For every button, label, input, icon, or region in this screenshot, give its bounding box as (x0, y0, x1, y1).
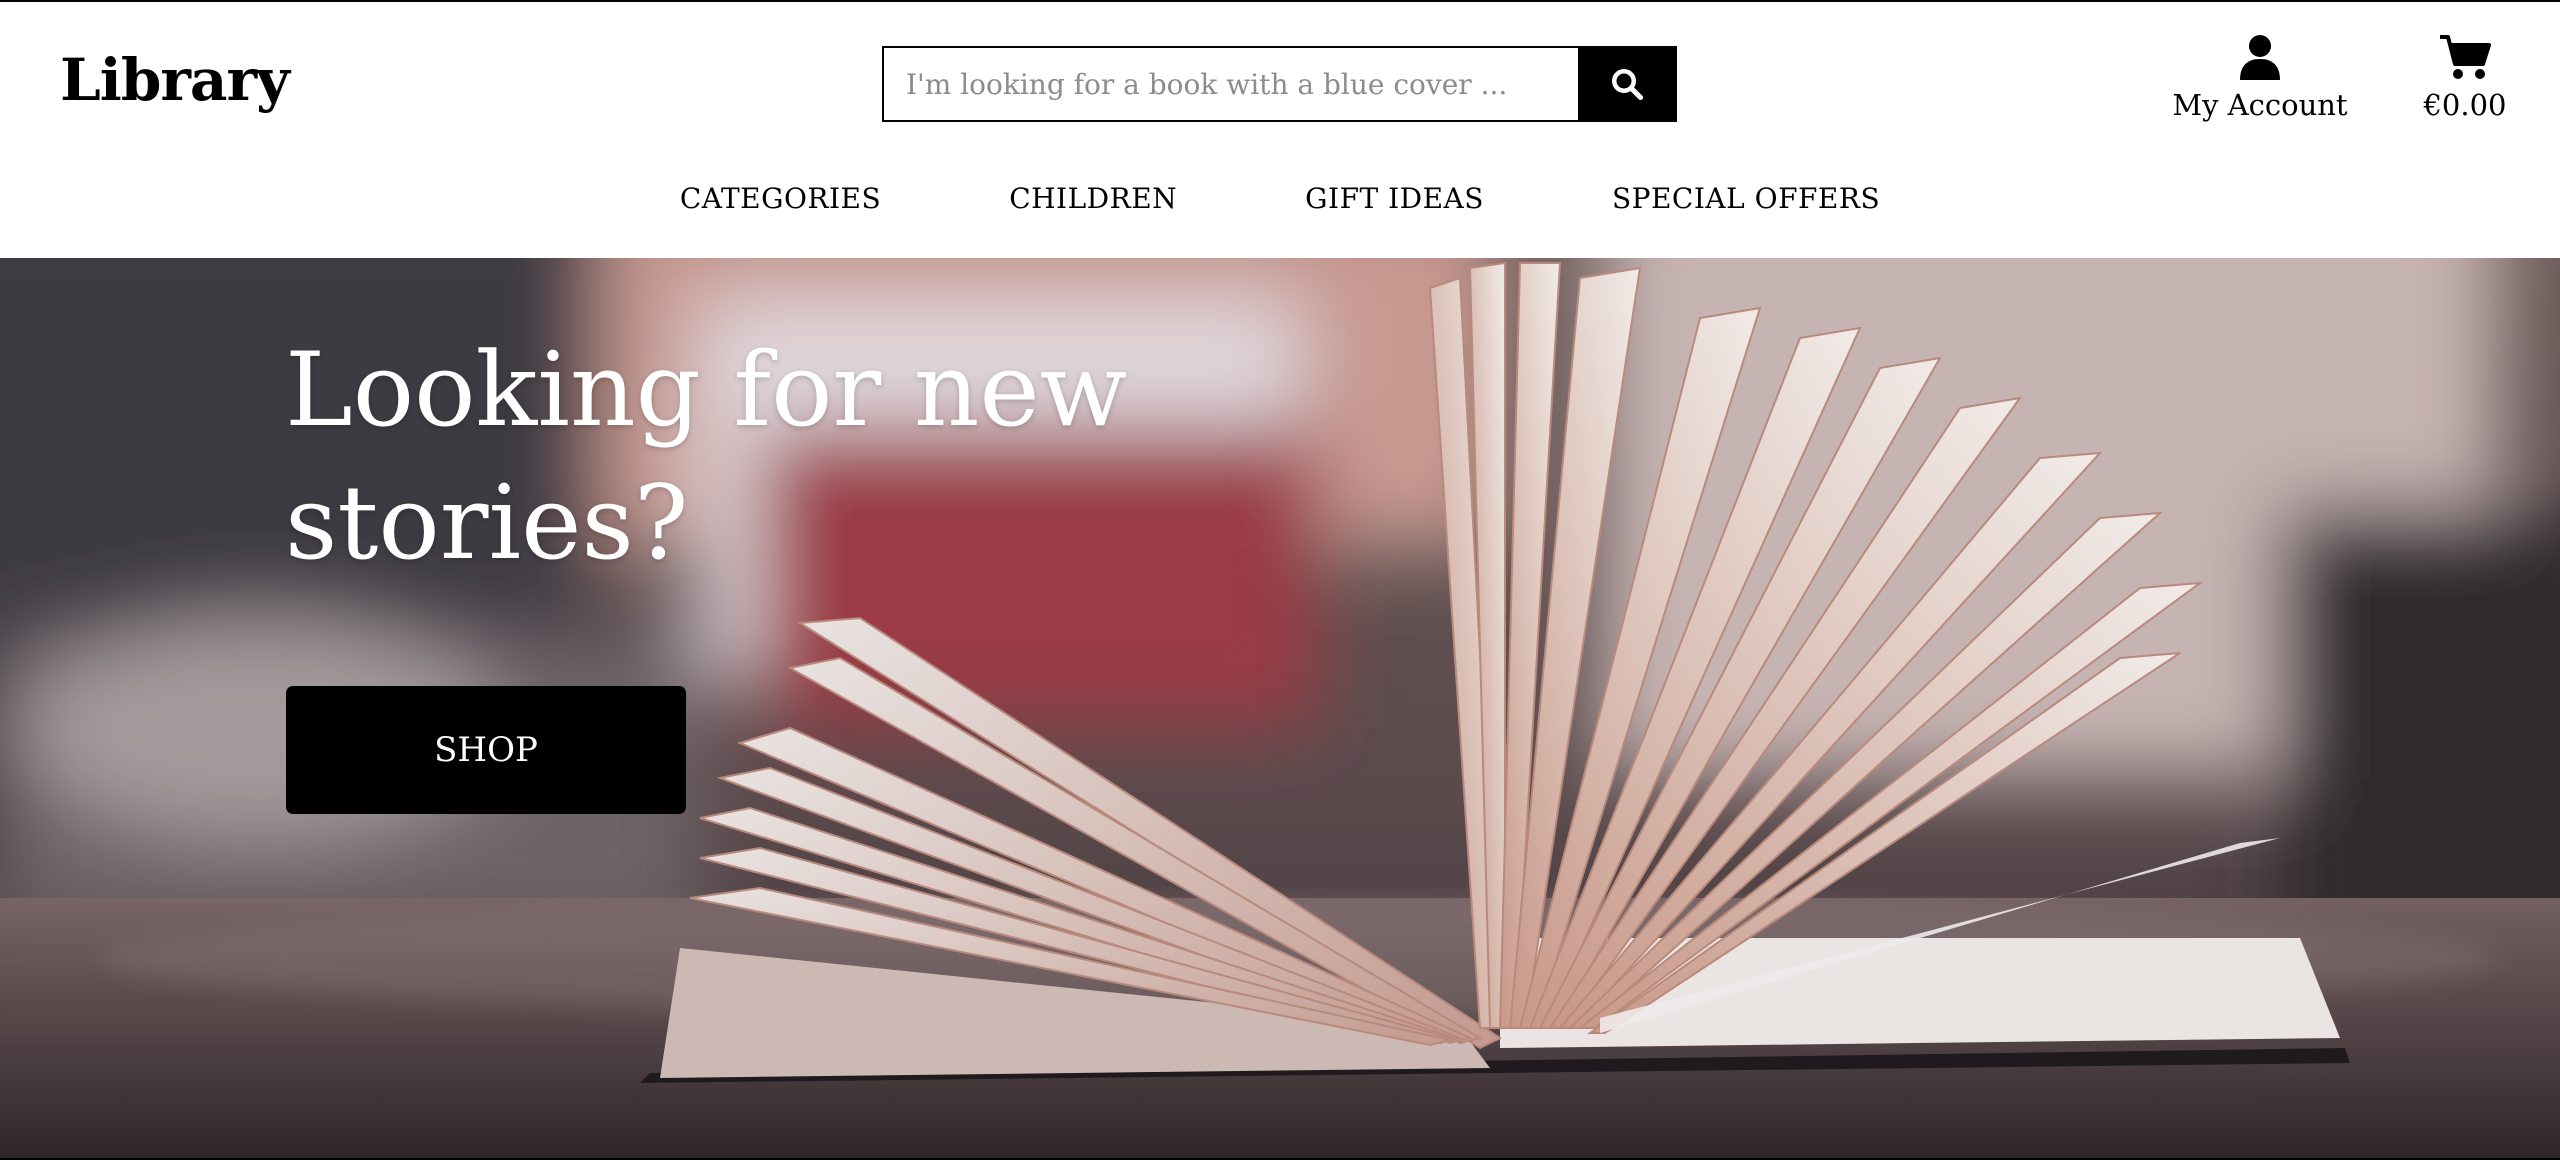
search-input[interactable] (884, 48, 1578, 120)
cart-icon (2440, 35, 2491, 79)
my-account-label: My Account (2172, 88, 2348, 122)
user-icon (2240, 35, 2280, 80)
search-icon (1611, 69, 1643, 101)
hero-banner: Looking for new stories? SHOP (0, 258, 2560, 1158)
nav-item-special-offers[interactable]: SPECIAL OFFERS (1548, 182, 1944, 215)
nav-item-gift-ideas[interactable]: GIFT IDEAS (1241, 182, 1548, 215)
search-button[interactable] (1578, 48, 1675, 120)
cart-link[interactable]: €0.00 (2410, 30, 2520, 122)
site-logo[interactable]: Library (60, 46, 290, 114)
nav-item-children[interactable]: CHILDREN (945, 182, 1241, 215)
my-account-link[interactable]: My Account (2160, 30, 2360, 122)
site-header: Library My Account (0, 0, 2560, 258)
nav-item-categories[interactable]: CATEGORIES (616, 182, 945, 215)
search-bar (882, 46, 1677, 122)
hero-heading: Looking for new stories? (285, 331, 1128, 583)
page: Library My Account (0, 0, 2560, 1160)
shop-button[interactable]: SHOP (286, 686, 686, 814)
main-nav: CATEGORIES CHILDREN GIFT IDEAS SPECIAL O… (0, 182, 2560, 215)
cart-total: €0.00 (2423, 88, 2507, 122)
